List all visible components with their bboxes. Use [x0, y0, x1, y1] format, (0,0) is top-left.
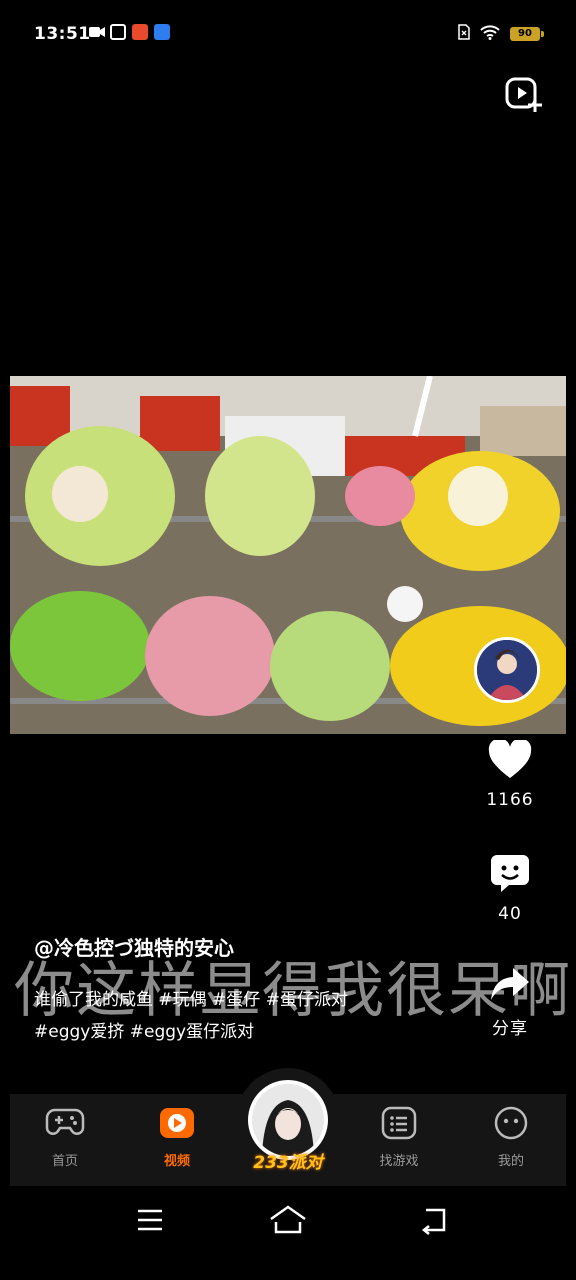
- add-video-button[interactable]: [503, 74, 543, 114]
- nav-item-home[interactable]: 首页: [20, 1106, 110, 1169]
- comment-button[interactable]: 40: [470, 852, 550, 924]
- add-video-icon: [505, 77, 542, 112]
- sim-icon: [458, 24, 470, 44]
- creator-avatar[interactable]: [474, 637, 540, 703]
- share-icon: [491, 968, 529, 1000]
- comment-count: 40: [498, 904, 522, 924]
- back-icon: [421, 1208, 446, 1235]
- notification-icons: [88, 24, 170, 40]
- party-label[interactable]: 233派对: [238, 1148, 338, 1173]
- nav-label-home: 首页: [51, 1154, 78, 1169]
- author-name[interactable]: @冷色控づ独特的安心: [34, 932, 234, 961]
- description-line-2[interactable]: #eggy爱挤 #eggy蛋仔派对: [34, 1016, 348, 1048]
- nav-item-me[interactable]: 我的: [466, 1106, 556, 1169]
- description-line-1[interactable]: 谁偷了我的咸鱼 #玩偶 #蛋仔 #蛋仔派对: [34, 984, 348, 1016]
- nav-label-video: 视频: [163, 1154, 190, 1169]
- system-navigation-bar: [0, 1190, 576, 1250]
- share-label: 分享: [492, 1019, 528, 1039]
- status-bar: 13:51 90: [0, 0, 576, 68]
- nav-label-find-games: 找游戏: [379, 1154, 419, 1169]
- battery-icon: 90: [510, 27, 544, 41]
- list-icon: [381, 1106, 417, 1140]
- creator-avatar-image: [477, 640, 537, 700]
- system-status-icons: 90: [458, 24, 544, 44]
- nav-item-video[interactable]: 视频: [132, 1106, 222, 1169]
- gamepad-icon: [45, 1108, 85, 1135]
- home-button[interactable]: [268, 1202, 308, 1238]
- home-icon: [270, 1205, 306, 1234]
- app-icon-2: [132, 24, 148, 40]
- back-button[interactable]: [414, 1202, 454, 1238]
- wifi-icon: [480, 24, 500, 44]
- video-play-icon: [160, 1108, 194, 1138]
- paw-app-icon: [154, 24, 170, 40]
- share-button[interactable]: 分享: [470, 966, 550, 1039]
- video-record-icon: [88, 24, 105, 40]
- menu-icon: [138, 1209, 162, 1231]
- post-description: 谁偷了我的咸鱼 #玩偶 #蛋仔 #蛋仔派对 #eggy爱挤 #eggy蛋仔派对: [34, 984, 348, 1048]
- party-avatar: [252, 1084, 324, 1156]
- menu-button[interactable]: [130, 1202, 170, 1238]
- nav-label-me: 我的: [497, 1154, 524, 1169]
- like-count: 1166: [486, 790, 534, 810]
- profile-face-icon: [494, 1106, 528, 1140]
- like-button[interactable]: 1166: [470, 738, 550, 810]
- app-icon-1: [110, 24, 126, 40]
- heart-icon: [488, 738, 532, 778]
- party-avatar-image: [252, 1084, 324, 1156]
- comment-icon: [491, 855, 529, 892]
- nav-item-find-games[interactable]: 找游戏: [354, 1106, 444, 1169]
- clock: 13:51: [34, 24, 91, 44]
